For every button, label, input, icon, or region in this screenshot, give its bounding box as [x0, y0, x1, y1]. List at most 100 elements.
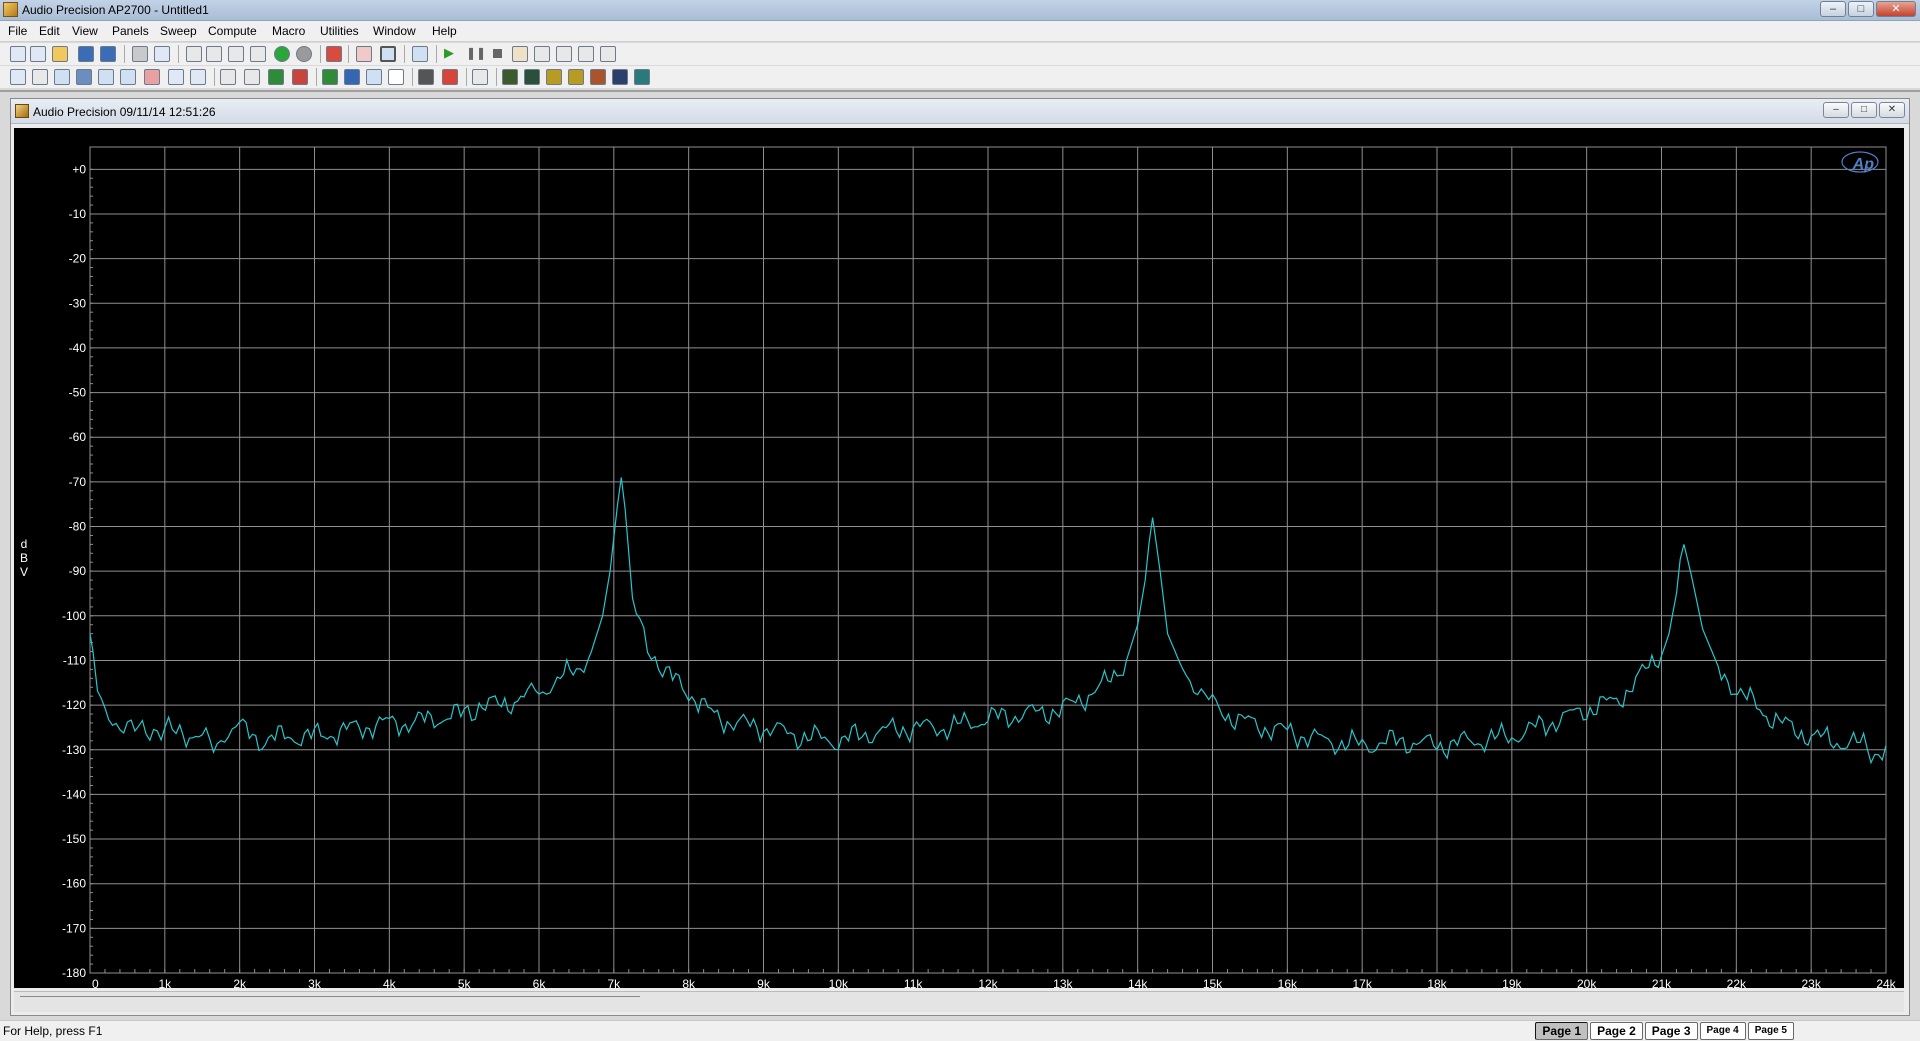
y-tick-label: -80 — [69, 520, 87, 534]
display-1-icon[interactable] — [502, 69, 518, 85]
x-tick-label: 15k — [1203, 977, 1223, 988]
graph-minimize-icon[interactable]: – — [1823, 102, 1849, 118]
edit-attach-icon[interactable] — [472, 69, 488, 85]
filter-icon[interactable] — [76, 69, 92, 85]
plot-area[interactable]: 0 1k 2k 3k 4k 5k 6k 7k 8k 9k 10k 11k 12k 13k 14k 15k 16k… — [14, 128, 1904, 988]
y-tick-label: -20 — [69, 252, 87, 266]
menu-window[interactable]: Window — [373, 24, 416, 38]
save-all-icon[interactable] — [100, 46, 116, 62]
x-tick-label: 11k — [904, 977, 923, 988]
x-tick-label: 8k — [682, 977, 696, 988]
scope-icon[interactable] — [418, 69, 434, 85]
sweep-table-icon[interactable] — [144, 69, 160, 85]
restore-icon[interactable]: □ — [1848, 1, 1874, 17]
stop-icon[interactable] — [490, 46, 506, 62]
cut-icon[interactable] — [206, 46, 222, 62]
page-tabs: Page 1 Page 2 Page 3 Page 4 Page 5 — [1533, 1022, 1794, 1040]
hand-icon[interactable] — [512, 46, 528, 62]
menu-macro[interactable]: Macro — [272, 24, 305, 38]
menu-view[interactable]: View — [72, 24, 98, 38]
bars-icon[interactable] — [268, 69, 284, 85]
attach-icon[interactable] — [356, 46, 372, 62]
x-tick-label: 9k — [757, 977, 771, 988]
speaker-icon[interactable] — [190, 69, 206, 85]
y-tick-label: -30 — [69, 296, 87, 310]
arrow-right-icon[interactable] — [322, 69, 338, 85]
x-tick-label: 0 — [92, 977, 99, 988]
y-tick-label: -140 — [62, 787, 86, 801]
display-3-icon[interactable] — [546, 69, 562, 85]
marker-icon[interactable] — [578, 46, 594, 62]
print-preview-icon[interactable] — [154, 46, 170, 62]
paste-icon[interactable] — [250, 46, 266, 62]
tab-page-4[interactable]: Page 4 — [1699, 1022, 1746, 1040]
print-icon[interactable] — [132, 46, 148, 62]
save-icon[interactable] — [78, 46, 94, 62]
analyzer-icon[interactable] — [10, 69, 26, 85]
menu-edit[interactable]: Edit — [39, 24, 60, 38]
y-tick-label: -60 — [69, 430, 87, 444]
display-4-icon[interactable] — [568, 69, 584, 85]
horizontal-scrollbar[interactable] — [14, 991, 1904, 1012]
y-tick-label: -130 — [62, 743, 86, 757]
spectrum-graph[interactable]: 0 1k 2k 3k 4k 5k 6k 7k 8k 9k 10k 11k 12k 13k 14k 15k 16k… — [14, 128, 1904, 988]
x-tick-label: 21k — [1652, 977, 1672, 988]
x-tick-label: 13k — [1053, 977, 1073, 988]
go-icon[interactable] — [274, 46, 290, 62]
x-tick-label: 19k — [1502, 977, 1522, 988]
graph-icon[interactable] — [326, 46, 342, 62]
digital-io-icon[interactable] — [98, 69, 114, 85]
meter-icon[interactable] — [168, 69, 184, 85]
tab-page-1[interactable]: Page 1 — [1535, 1022, 1589, 1040]
x-tick-label: 5k — [458, 977, 472, 988]
menu-compute[interactable]: Compute — [208, 24, 257, 38]
open-icon[interactable] — [52, 46, 68, 62]
close-icon[interactable]: ✕ — [1876, 1, 1916, 17]
menu-file[interactable]: File — [8, 24, 27, 38]
marker-next-icon[interactable] — [600, 46, 616, 62]
x-tick-label: 12k — [978, 977, 998, 988]
tab-page-3[interactable]: Page 3 — [1644, 1022, 1698, 1040]
menu-sweep[interactable]: Sweep — [160, 24, 197, 38]
cursor-icon[interactable] — [534, 46, 550, 62]
dual-channel-icon[interactable] — [120, 69, 136, 85]
y-tick-label: +0 — [72, 162, 86, 176]
graph-window-controls: – □ ✕ — [1823, 102, 1905, 118]
play-icon[interactable]: ▶ — [444, 46, 460, 62]
undo-icon[interactable] — [186, 46, 202, 62]
new-test-icon[interactable] — [30, 46, 46, 62]
display-7-icon[interactable] — [634, 69, 650, 85]
check-icon[interactable] — [244, 69, 260, 85]
menu-help[interactable]: Help — [432, 24, 457, 38]
chart-icon[interactable] — [366, 69, 382, 85]
display-5-icon[interactable] — [590, 69, 606, 85]
bars-alt-icon[interactable] — [292, 69, 308, 85]
pause-icon[interactable]: ❚❚ — [466, 46, 486, 62]
window-tile-icon[interactable] — [380, 46, 396, 62]
x-tick-label: 14k — [1128, 977, 1148, 988]
minimize-icon[interactable]: – — [1820, 1, 1846, 17]
tab-page-2[interactable]: Page 2 — [1590, 1022, 1643, 1040]
app-titlebar: Audio Precision AP2700 - Untitled1 – □ ✕ — [0, 0, 1920, 21]
copy-icon[interactable] — [228, 46, 244, 62]
panel-icon[interactable] — [412, 46, 428, 62]
new-icon[interactable] — [10, 46, 26, 62]
graph-window-title: Audio Precision 09/11/14 12:51:26 — [33, 105, 216, 119]
generator-icon[interactable] — [32, 69, 48, 85]
display-2-icon[interactable] — [524, 69, 540, 85]
graph-restore-icon[interactable]: □ — [1851, 102, 1877, 118]
tab-page-5[interactable]: Page 5 — [1747, 1022, 1794, 1040]
x-tick-label: 2k — [233, 977, 247, 988]
data-icon[interactable] — [220, 69, 236, 85]
zoom-icon[interactable] — [556, 46, 572, 62]
waveform-icon[interactable] — [54, 69, 70, 85]
stop-all-icon[interactable] — [296, 46, 312, 62]
tools-icon[interactable] — [442, 69, 458, 85]
menu-utilities[interactable]: Utilities — [320, 24, 359, 38]
graph-close-icon[interactable]: ✕ — [1879, 102, 1905, 118]
table-icon[interactable] — [388, 69, 404, 85]
display-6-icon[interactable] — [612, 69, 628, 85]
arrow-down-icon[interactable] — [344, 69, 360, 85]
menu-panels[interactable]: Panels — [112, 24, 149, 38]
x-tick-label: 1k — [158, 977, 172, 988]
